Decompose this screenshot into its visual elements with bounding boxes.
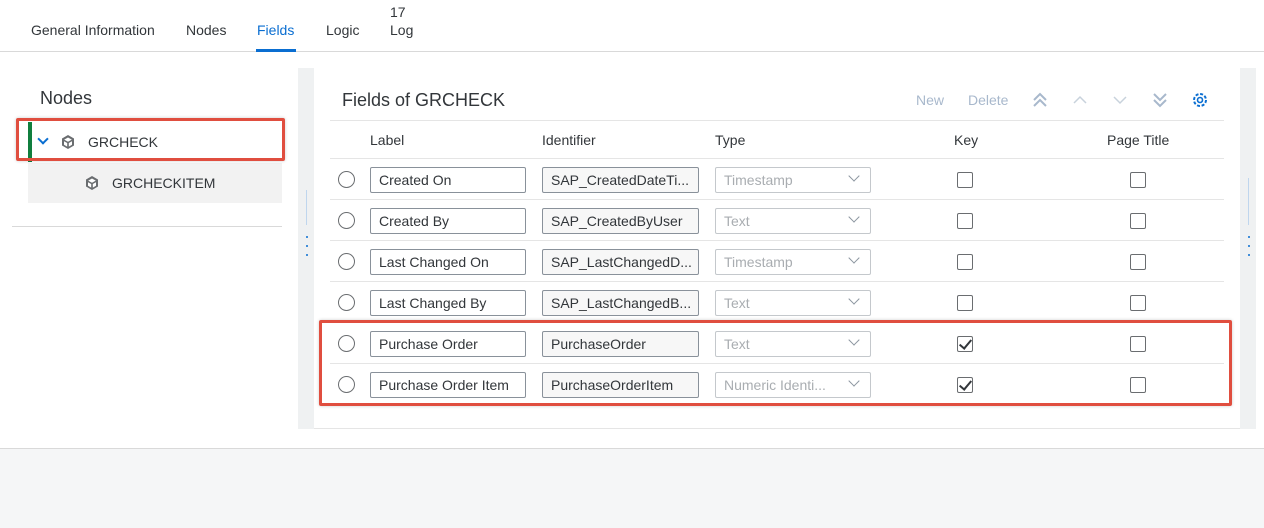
type-select-value: Text (724, 295, 750, 311)
tab-fields[interactable]: Fields (256, 0, 296, 52)
column-header-page-title: Page Title (1107, 132, 1170, 148)
tree-item-grcheck[interactable]: GRCHECK (28, 122, 282, 162)
type-select[interactable]: Numeric Identi... (715, 372, 871, 398)
splitter-handle-left[interactable] (305, 236, 308, 256)
type-select-value: Text (724, 213, 750, 229)
page-title-checkbox[interactable] (1130, 295, 1146, 311)
move-down-icon[interactable] (1110, 90, 1130, 110)
key-checkbox[interactable] (957, 336, 973, 352)
label-input[interactable]: Last Changed By (370, 290, 526, 316)
type-select[interactable]: Text (715, 208, 871, 234)
key-checkbox[interactable] (957, 213, 973, 229)
table-row[interactable]: Last Changed By SAP_LastChangedB... Text (330, 282, 1224, 323)
page-title-checkbox[interactable] (1130, 172, 1146, 188)
nodes-panel-title: Nodes (40, 88, 93, 108)
identifier-input[interactable]: PurchaseOrder (542, 331, 699, 357)
row-select-radio[interactable] (338, 294, 355, 311)
tab-label: General Information (31, 22, 155, 38)
type-select-value: Timestamp (724, 254, 793, 270)
column-header-label: Label (370, 132, 405, 148)
label-input[interactable]: Created By (370, 208, 526, 234)
type-select[interactable]: Timestamp (715, 249, 871, 275)
label-input[interactable]: Last Changed On (370, 249, 526, 275)
identifier-input[interactable]: SAP_LastChangedB... (542, 290, 699, 316)
tab-log[interactable]: 17 Log (390, 0, 416, 52)
chevron-down-icon[interactable] (37, 133, 49, 145)
key-checkbox[interactable] (957, 377, 973, 393)
identifier-input[interactable]: SAP_LastChangedD... (542, 249, 699, 275)
type-select[interactable]: Timestamp (715, 167, 871, 193)
settings-icon[interactable] (1190, 90, 1210, 110)
page-title-checkbox[interactable] (1130, 254, 1146, 270)
fields-panel-title: Fields of GRCHECK (342, 90, 506, 110)
label-input[interactable]: Purchase Order Item (370, 372, 526, 398)
tab-count-badge: 17 (390, 4, 406, 20)
label-input[interactable]: Created On (370, 167, 526, 193)
tree-item-grcheckitem[interactable]: GRCHECKITEM (28, 163, 282, 203)
tab-label: Log (390, 22, 414, 38)
type-select-value: Timestamp (724, 172, 793, 188)
move-bottom-icon[interactable] (1150, 90, 1170, 110)
row-select-radio[interactable] (338, 253, 355, 270)
tab-bar: General Information Nodes Fields Logic 1… (0, 0, 1264, 52)
tab-label: Logic (326, 22, 360, 38)
chevron-down-icon (848, 170, 860, 182)
tree-item-label: GRCHECKITEM (112, 175, 216, 191)
column-header-type: Type (715, 132, 746, 148)
divider (12, 226, 282, 227)
delete-button[interactable]: Delete (968, 92, 1008, 108)
key-checkbox[interactable] (957, 254, 973, 270)
move-top-icon[interactable] (1030, 90, 1050, 110)
page-title-checkbox[interactable] (1130, 377, 1146, 393)
table-row[interactable]: Created On SAP_CreatedDateTi... Timestam… (330, 159, 1224, 200)
table-row[interactable]: Purchase Order Item PurchaseOrderItem Nu… (330, 364, 1224, 405)
splitter-line (306, 190, 307, 225)
move-up-icon[interactable] (1070, 90, 1090, 110)
splitter-line (1248, 178, 1249, 225)
table-row[interactable]: Created By SAP_CreatedByUser Text (330, 200, 1224, 241)
page-title-checkbox[interactable] (1130, 213, 1146, 229)
cube-icon (86, 176, 98, 190)
splitter-handle-right[interactable] (1247, 236, 1250, 256)
selection-indicator (28, 122, 32, 162)
type-select[interactable]: Text (715, 331, 871, 357)
chevron-down-icon (848, 334, 860, 346)
identifier-input[interactable]: SAP_CreatedDateTi... (542, 167, 699, 193)
key-checkbox[interactable] (957, 295, 973, 311)
column-header-identifier: Identifier (542, 132, 596, 148)
label-input[interactable]: Purchase Order (370, 331, 526, 357)
page-title-checkbox[interactable] (1130, 336, 1146, 352)
tab-label: Nodes (186, 22, 227, 38)
tree-item-label: GRCHECK (88, 134, 159, 150)
chevron-down-icon (848, 252, 860, 264)
table-row[interactable]: Last Changed On SAP_LastChangedD... Time… (330, 241, 1224, 282)
type-select-value: Text (724, 336, 750, 352)
chevron-down-icon (848, 293, 860, 305)
row-select-radio[interactable] (338, 335, 355, 352)
type-select[interactable]: Text (715, 290, 871, 316)
column-header-key: Key (954, 132, 979, 148)
tab-label: Fields (257, 22, 295, 38)
row-select-radio[interactable] (338, 212, 355, 229)
key-checkbox[interactable] (957, 172, 973, 188)
row-select-radio[interactable] (338, 171, 355, 188)
table-header: Label Identifier Type Key Page Title (330, 120, 1224, 159)
identifier-input[interactable]: SAP_CreatedByUser (542, 208, 699, 234)
table-row[interactable]: Purchase Order PurchaseOrder Text (330, 323, 1224, 364)
chevron-down-icon (848, 211, 860, 223)
type-select-value: Numeric Identi... (724, 377, 826, 393)
new-button[interactable]: New (916, 92, 944, 108)
cube-icon (62, 135, 74, 149)
row-select-radio[interactable] (338, 376, 355, 393)
identifier-input[interactable]: PurchaseOrderItem (542, 372, 699, 398)
chevron-down-icon (848, 375, 860, 387)
